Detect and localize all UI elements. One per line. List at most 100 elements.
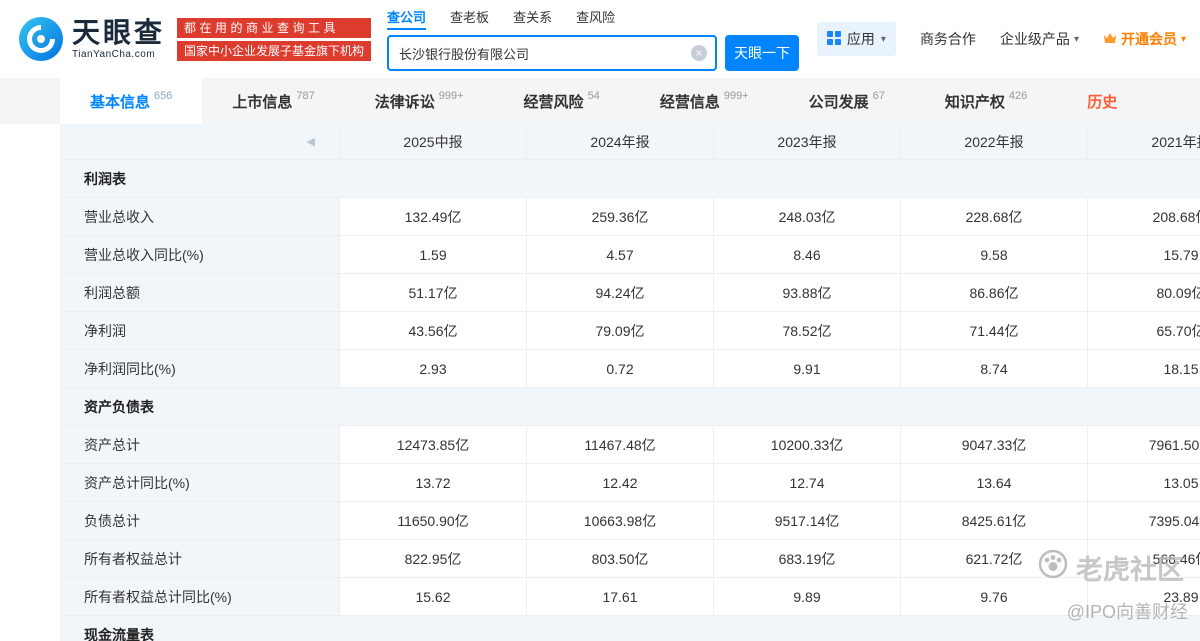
tab-count: 787 <box>296 90 315 102</box>
topbar: 天眼查 TianYanCha.com 都在用的商业查询工具 国家中小企业发展子基… <box>0 0 1200 78</box>
table-cell: 1.59 <box>340 236 527 274</box>
table-cell: 9047.33亿 <box>901 426 1088 464</box>
row-label: 营业总收入同比(%) <box>60 236 340 274</box>
logo-text: 天眼查 TianYanCha.com <box>72 16 166 60</box>
table-row: 营业总收入132.49亿259.36亿248.03亿228.68亿208.68亿 <box>60 198 1200 236</box>
nav-enterprise-products[interactable]: 企业级产品 ▾ <box>1000 29 1079 49</box>
table-cell: 2.93 <box>340 350 527 388</box>
search-input-wrap: × <box>387 35 718 71</box>
nav-apps-label: 应用 <box>846 31 875 47</box>
table-row: 利润总额 51.17亿 94.24亿 93.88亿 86.86亿 80.09亿 <box>60 274 1200 312</box>
table-cell: 9.91 <box>714 350 901 388</box>
table-cell: 11650.90亿 <box>340 502 527 540</box>
caret-down-icon: ▾ <box>1180 33 1186 45</box>
tab-operating-info[interactable]: 经营信息 999+ <box>630 78 779 124</box>
table-cell: 15.62 <box>340 578 527 616</box>
brand-name: 天眼查 <box>72 16 166 48</box>
tab-company-development[interactable]: 公司发展 67 <box>779 78 915 124</box>
table-cell: 228.68亿 <box>901 198 1088 236</box>
brand-domain: TianYanCha.com <box>72 48 156 60</box>
nav-vip[interactable]: 开通会员 ▾ <box>1103 29 1186 49</box>
section-header-row: 资产负债表 <box>60 388 1200 426</box>
table-cell: 822.95亿 <box>340 540 527 578</box>
tab-legal-litigation[interactable]: 法律诉讼 999+ <box>345 78 494 124</box>
tianyancha-logo-icon <box>18 16 64 62</box>
row-label: 净利润 <box>60 312 340 350</box>
row-label: 所有者权益总计 <box>60 540 340 578</box>
table-cell: 10663.98亿 <box>527 502 714 540</box>
financials-table: ◀2025中报2024年报2023年报2022年报2021年报利润表营业总收入1… <box>60 124 1200 641</box>
tab-count: 67 <box>872 90 885 102</box>
table-cell: 15.79 <box>1088 236 1200 274</box>
table-cell: 51.17亿 <box>340 274 527 312</box>
table-cell: 78.52亿 <box>714 312 901 350</box>
table-cell: 7961.50亿 <box>1088 426 1200 464</box>
content: ◀2025中报2024年报2023年报2022年报2021年报利润表营业总收入1… <box>0 124 1200 641</box>
main-tabbar: 基本信息 656 上市信息 787 法律诉讼 999+ 经营风险 54 经营信息 999+ 公司发展… <box>0 78 1200 124</box>
tab-count: 999+ <box>438 90 464 102</box>
row-label: 所有者权益总计同比(%) <box>60 578 340 616</box>
search-button[interactable]: 天眼一下 <box>725 35 800 71</box>
table-corner-cell: ◀ <box>60 124 340 160</box>
tab-label: 法律诉讼 <box>374 93 435 111</box>
table-cell: 803.50亿 <box>527 540 714 578</box>
table-cell: 94.24亿 <box>527 274 714 312</box>
search-input[interactable] <box>387 35 718 71</box>
search-tab-relation[interactable]: 查关系 <box>513 7 552 30</box>
scroll-left-icon[interactable]: ◀ <box>307 135 315 148</box>
table-cell: 566.46亿 <box>1088 540 1200 578</box>
section-title: 利润表 <box>84 170 126 187</box>
table-row: 资产总计 12473.85亿 11467.48亿 10200.33亿 9047.33亿 7… <box>60 426 1200 464</box>
row-label: 资产总计同比(%) <box>60 464 340 502</box>
search-area: 查公司查老板 查关系 查风险 × 天眼一下 <box>387 7 800 71</box>
table-cell: 12.42 <box>527 464 714 502</box>
row-label: 负债总计 <box>60 502 340 540</box>
table-cell: 80.09亿 <box>1088 274 1200 312</box>
nav-apps[interactable]: 应用 ▾ <box>816 22 896 56</box>
tab-operating-risk[interactable]: 经营风险 54 <box>494 78 630 124</box>
caret-down-icon: ▾ <box>880 33 886 45</box>
table-cell: 12.74 <box>714 464 901 502</box>
table-cell: 65.70亿 <box>1088 312 1200 350</box>
search-tab-boss[interactable]: 查老板 <box>450 7 489 30</box>
table-cell: 9.89 <box>714 578 901 616</box>
table-row: 所有者权益总计 822.95亿 803.50亿 683.19亿 621.72亿 566.4… <box>60 540 1200 578</box>
table-cell: 13.05 <box>1088 464 1200 502</box>
table-cell: 12473.85亿 <box>340 426 527 464</box>
row-label: 净利润同比(%) <box>60 350 340 388</box>
table-cell: 13.64 <box>901 464 1088 502</box>
table-cell: 8425.61亿 <box>901 502 1088 540</box>
table-cell: 9.58 <box>901 236 1088 274</box>
section-title: 资产负债表 <box>84 398 154 415</box>
search-tab-risk[interactable]: 查风险 <box>576 7 615 30</box>
section-header-row: 现金流量表 <box>60 616 1200 641</box>
table-cell: 208.68亿 <box>1088 198 1200 236</box>
table-cell: 13.72 <box>340 464 527 502</box>
row-label: 营业总收入 <box>60 198 340 236</box>
tab-listing-info[interactable]: 上市信息 787 <box>202 78 344 124</box>
table-cell: 18.15 <box>1088 350 1200 388</box>
table-cell: 8.46 <box>714 236 901 274</box>
column-header: 2025中报 <box>340 124 527 160</box>
tab-label: 公司发展 <box>808 93 869 111</box>
search-tabs: 查公司 查老板 查关系 查风险 <box>387 7 799 30</box>
table-row: 资产总计同比(%) 13.72 12.42 12.74 13.64 13.05 <box>60 464 1200 502</box>
column-header: 2024年报 <box>527 124 714 160</box>
slogan-line2: 国家中小企业发展子基金旗下机构 <box>177 40 372 61</box>
tab-label: 经营风险 <box>523 93 584 111</box>
clear-icon[interactable]: × <box>691 45 708 61</box>
nav-business-cooperation[interactable]: 商务合作 <box>920 29 976 49</box>
table-cell: 93.88亿 <box>714 274 901 312</box>
table-cell: 9517.14亿 <box>714 502 901 540</box>
tab-history[interactable]: 历史 <box>1057 78 1147 124</box>
table-row: 净利润同比(%) 2.93 0.72 9.91 8.74 18.15 <box>60 350 1200 388</box>
nav-enterprise-label: 企业级产品 <box>999 31 1070 47</box>
tab-intellectual-property[interactable]: 知识产权 426 <box>915 78 1057 124</box>
tianyancha-logo[interactable]: 天眼查 TianYanCha.com <box>18 16 165 62</box>
nav-vip-label: 开通会员 <box>1120 31 1177 47</box>
search-tab-company[interactable]: 查公司 <box>387 7 427 30</box>
tab-basic-info[interactable]: 基本信息 656 <box>60 78 203 124</box>
top-nav: 应用 ▾ 商务合作 企业级产品 ▾ 开通会员 ▾ <box>816 22 1186 56</box>
table-cell: 11467.48亿 <box>527 426 714 464</box>
table-cell: 4.57 <box>527 236 714 274</box>
